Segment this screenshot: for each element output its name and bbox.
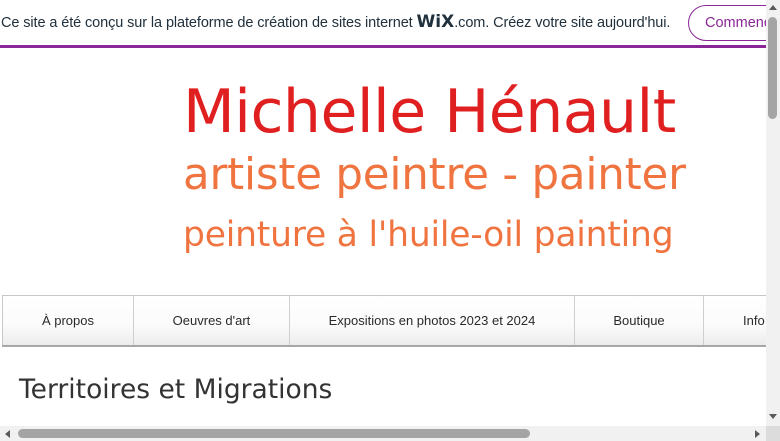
nav-item-shop[interactable]: Boutique [574,296,703,345]
wix-banner-text: Ce site a été conçu sur la plateforme de… [1,12,670,32]
wix-banner-text-start: Ce site a été conçu sur la plateforme de… [1,15,417,31]
vertical-scrollbar[interactable] [766,0,780,426]
scrollbar-corner [766,426,780,441]
start-now-button[interactable]: Commencer [688,5,766,41]
nav-item-exhibitions[interactable]: Expositions en photos 2023 et 2024 [289,296,574,345]
site-tagline: peinture à l'huile-oil painting [183,215,674,255]
scroll-up-arrow-icon[interactable] [769,5,777,10]
vertical-scroll-thumb[interactable] [768,17,777,119]
site-title: Michelle Hénault [183,77,676,147]
wix-banner-text-end: .com. Créez votre site aujourd'hui. [454,15,671,31]
horizontal-scroll-thumb[interactable] [18,429,530,438]
wix-logo[interactable]: WiX [417,12,455,32]
site-subtitle: artiste peintre - painter [183,150,686,200]
wix-promo-banner: Ce site a été conçu sur la plateforme de… [0,0,766,48]
nav-item-about[interactable]: À propos [2,296,133,345]
scroll-down-arrow-icon[interactable] [769,414,777,419]
main-navigation: À propos Oeuvres d'art Expositions en ph… [2,295,766,347]
horizontal-scrollbar[interactable] [0,426,766,441]
scroll-left-arrow-icon[interactable] [5,430,10,438]
section-title: Territoires et Migrations [19,374,333,405]
scroll-right-arrow-icon[interactable] [755,430,760,438]
nav-item-info[interactable]: Info [703,296,766,345]
nav-item-artworks[interactable]: Oeuvres d'art [133,296,289,345]
